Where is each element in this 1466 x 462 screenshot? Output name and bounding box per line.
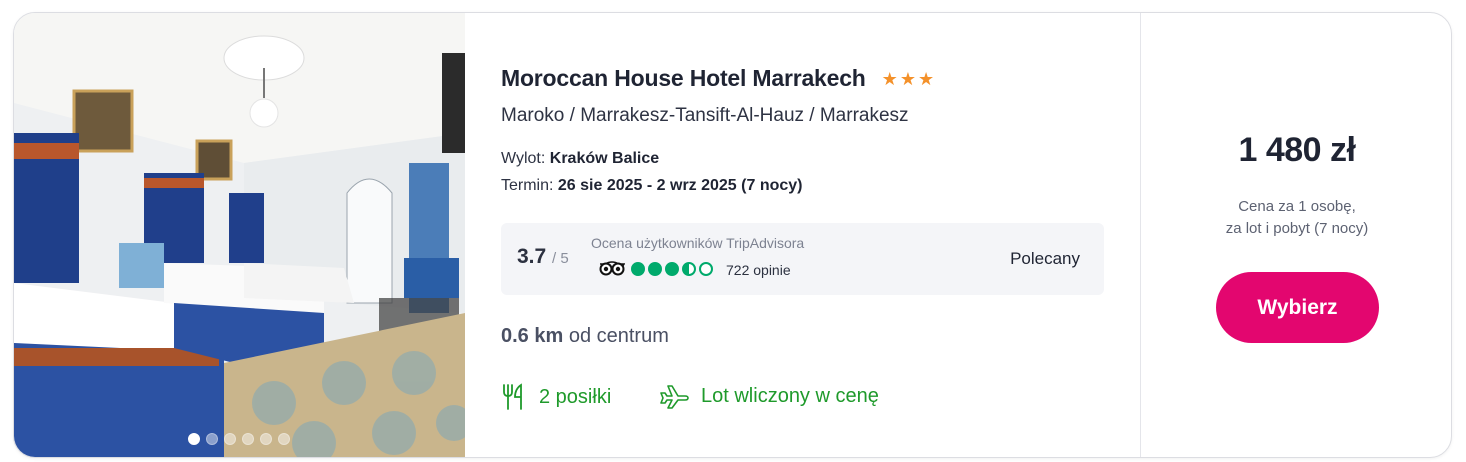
bubble-half-icon [682,262,696,276]
rating-score: 3.7 / 5 [517,245,569,269]
hotel-room-image [14,13,465,457]
feature-flight: Lot wliczony w cenę [659,383,879,409]
tripadvisor-owl-icon [599,261,625,276]
star-icon: ★ [881,68,898,89]
feature-meals: 2 posiłki [501,383,611,411]
price-section: 1 480 zł Cena za 1 osobę, za lot i pobyt… [1141,13,1451,457]
gallery-dot[interactable] [242,433,254,445]
gallery-dot[interactable] [224,433,236,445]
gallery-dot[interactable] [260,433,272,445]
distance-to-center: 0.6 km od centrum [501,325,669,348]
rating-bubbles [631,262,713,276]
hotel-stars: ★ ★ ★ [882,70,934,88]
tripadvisor-rating: 3.7 / 5 Ocena użytkowników TripAdvisora … [501,223,1104,295]
rating-scale: / 5 [552,250,569,267]
meals-label: 2 posiłki [539,385,612,408]
star-icon: ★ [917,68,935,89]
flight-value: Kraków Balice [549,150,660,167]
cutlery-icon [503,383,522,410]
hotel-photo[interactable] [14,13,465,457]
bubble-full-icon [648,262,662,276]
term-value: 26 sie 2025 - 2 wrz 2025 (7 nocy) [557,177,803,194]
tripadvisor-label: Ocena użytkowników TripAdvisora [591,235,805,251]
flight-label: Wylot: [501,150,546,167]
recommendation-label: Polecany [1010,249,1080,268]
title-row: Moroccan House Hotel Marrakech ★ ★ ★ [501,65,934,92]
price-amount: 1 480 zł [1238,131,1356,169]
bubble-empty-icon [699,262,713,276]
gallery-dot[interactable] [278,433,290,445]
flight-departure: Wylot: Kraków Balice [501,150,659,168]
term-label: Termin: [501,177,554,194]
distance-suffix: od centrum [568,325,669,347]
hotel-location: Maroko / Marrakesz-Tansift-Al-Hauz / Mar… [501,105,909,126]
trip-dates: Termin: 26 sie 2025 - 2 wrz 2025 (7 nocy… [501,177,803,195]
flight-included-label: Lot wliczony w cenę [701,384,879,407]
rating-value: 3.7 [517,245,547,268]
price-note: Cena za 1 osobę, za lot i pobyt (7 nocy) [1141,196,1451,240]
gallery-dot[interactable] [206,433,218,445]
airplane-icon [660,385,689,409]
hotel-info: Moroccan House Hotel Marrakech ★ ★ ★ Mar… [501,13,1141,457]
star-icon: ★ [899,68,916,89]
bubble-full-icon [665,262,679,276]
hotel-name[interactable]: Moroccan House Hotel Marrakech [501,65,866,92]
price-note-line1: Cena za 1 osobę, [1238,198,1356,215]
review-count[interactable]: 722 opinie [726,262,791,278]
bubble-full-icon [631,262,645,276]
distance-value: 0.6 km [501,325,564,347]
gallery-pagination [188,433,290,445]
select-button[interactable]: Wybierz [1216,272,1379,343]
hotel-offer-card[interactable]: Moroccan House Hotel Marrakech ★ ★ ★ Mar… [13,12,1452,458]
price-note-line2: za lot i pobyt (7 nocy) [1225,220,1369,237]
gallery-dot[interactable] [188,433,200,445]
